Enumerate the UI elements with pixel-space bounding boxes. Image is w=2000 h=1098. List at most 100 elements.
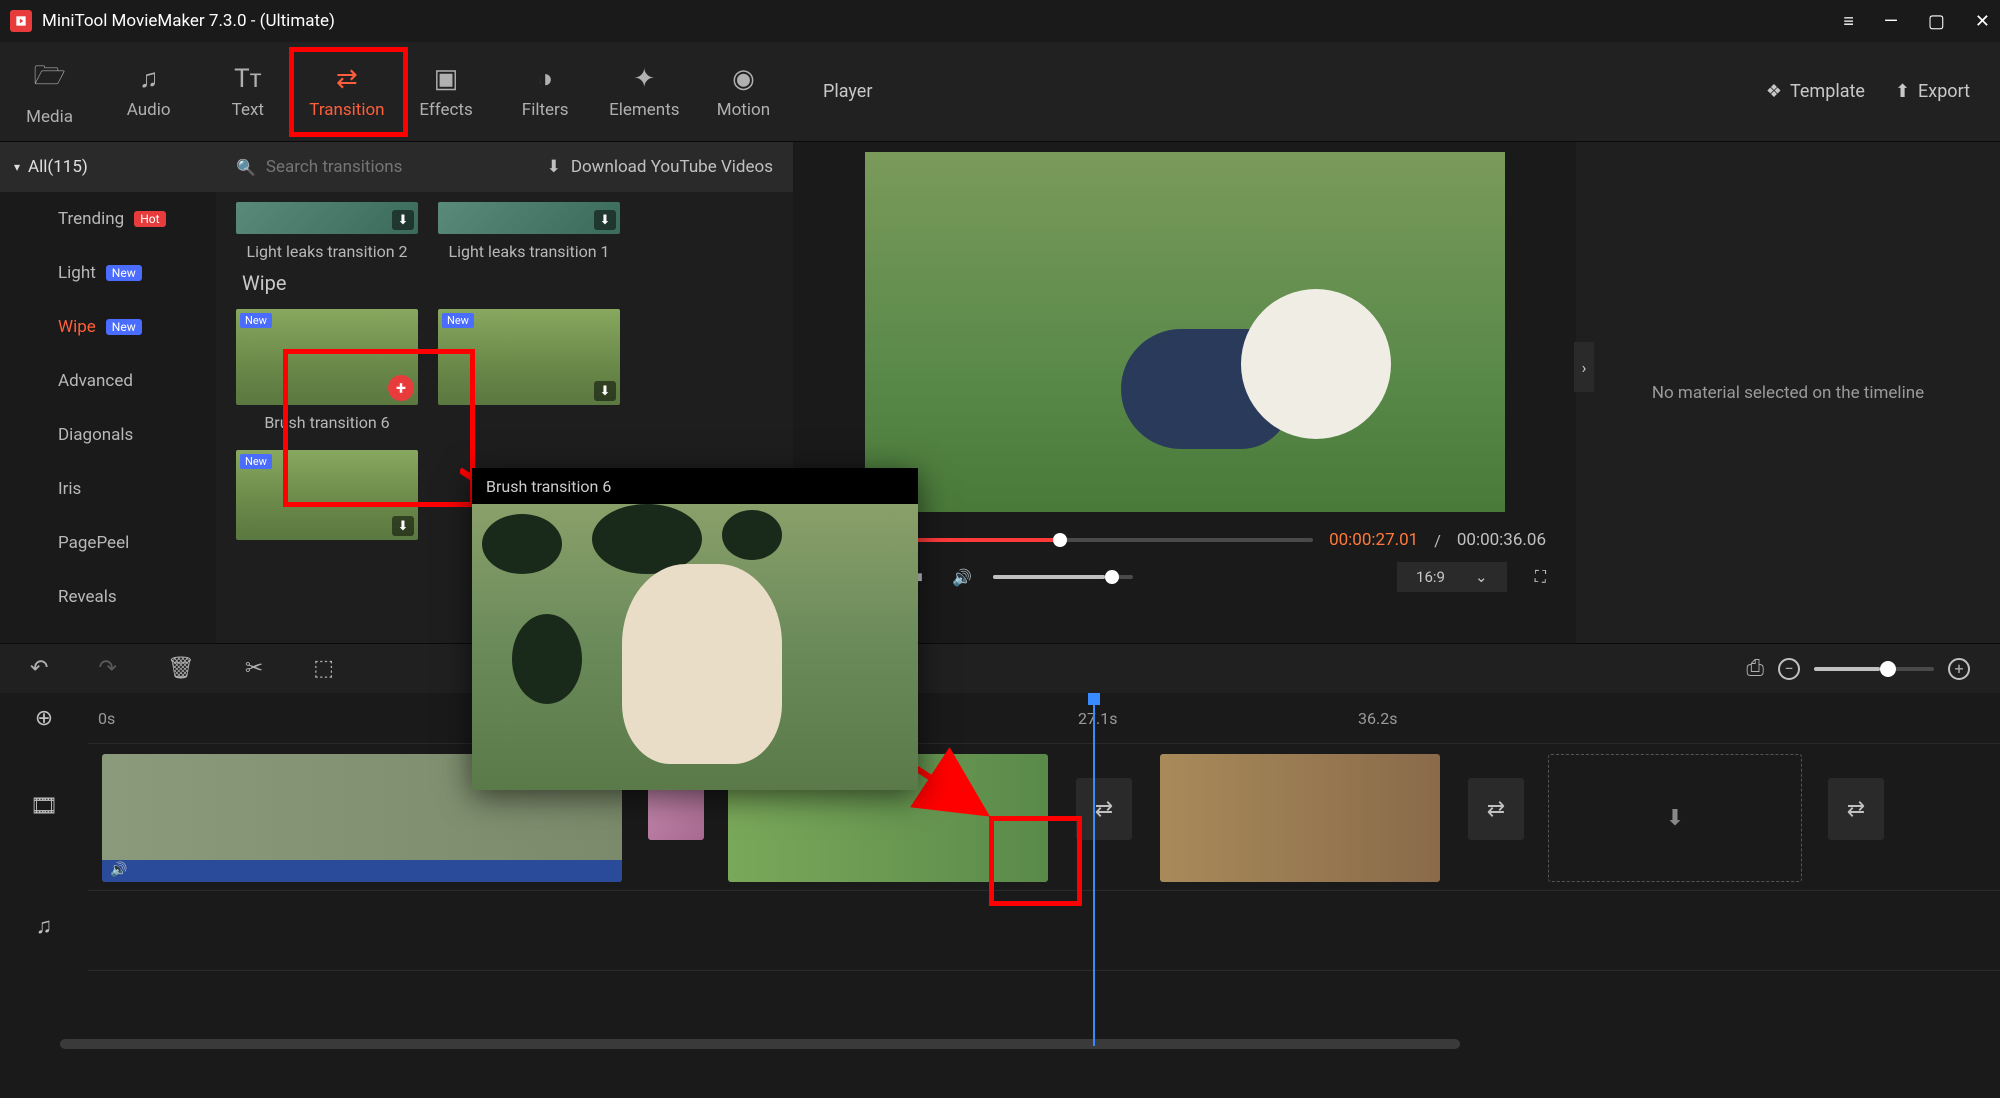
zoom-slider[interactable] xyxy=(1814,667,1934,671)
inspector-empty-text: No material selected on the timeline xyxy=(1652,383,1924,403)
category-item-diagonals[interactable]: Diagonals xyxy=(0,408,216,462)
speaker-icon: 🔊 xyxy=(110,862,127,878)
tab-effects[interactable]: ▣Effects xyxy=(397,42,496,141)
split-icon[interactable]: ✂ xyxy=(245,656,263,681)
timeline: ⊕ 🎞 ♫ 0s 27.1s 36.2s 🔊 ⇄ ⇄ ⬇ ⇄ xyxy=(0,693,2000,1053)
new-badge: New xyxy=(106,319,142,335)
zoom-out-icon[interactable]: − xyxy=(1778,658,1800,680)
transition-thumb: New ⬇ xyxy=(438,309,620,405)
zoom-controls: ⎙ − + xyxy=(1746,656,1970,681)
tab-transition[interactable]: ⇄Transition xyxy=(297,42,396,141)
search-row: 🔍 ⬇ Download YouTube Videos xyxy=(216,142,793,192)
scrub-knob[interactable] xyxy=(1053,533,1067,547)
tab-elements[interactable]: ✦Elements xyxy=(595,42,694,141)
main-toolbar: 🗁Media ♫Audio TᴛText ⇄Transition ▣Effect… xyxy=(0,42,2000,142)
transition-label: Light leaks transition 1 xyxy=(438,242,620,261)
transition-card[interactable]: New ⬇ xyxy=(236,450,418,540)
transition-label: Light leaks transition 2 xyxy=(236,242,418,261)
chevron-down-icon: ⌄ xyxy=(1475,568,1488,586)
horizontal-scrollbar[interactable] xyxy=(60,1039,1460,1049)
audio-track[interactable] xyxy=(88,891,2000,971)
category-item-advanced[interactable]: Advanced xyxy=(0,354,216,408)
timeline-toolbar: ↶ ↷ 🗑 ✂ ⬚ ⎙ − + xyxy=(0,643,2000,693)
new-badge: New xyxy=(240,454,272,469)
hamburger-icon[interactable]: ≡ xyxy=(1843,11,1854,32)
player-title: Player xyxy=(823,81,872,102)
transition-card[interactable]: ⬇ Light leaks transition 2 xyxy=(236,202,418,261)
playhead[interactable] xyxy=(1093,696,1095,1046)
template-button[interactable]: ❖Template xyxy=(1766,81,1865,102)
new-badge: New xyxy=(106,265,142,281)
transition-slot-3[interactable]: ⇄ xyxy=(1468,778,1524,840)
category-item-wipe[interactable]: WipeNew xyxy=(0,300,216,354)
elements-icon: ✦ xyxy=(633,64,655,94)
ruler-tick: 36.2s xyxy=(1358,709,1397,728)
category-list: ▾All(115) TrendingHotLightNewWipeNewAdva… xyxy=(0,142,216,643)
transition-card[interactable]: ⬇ Light leaks transition 1 xyxy=(438,202,620,261)
redo-icon[interactable]: ↷ xyxy=(98,656,116,681)
tab-filters[interactable]: ◑Filters xyxy=(496,42,595,141)
layers-icon: ❖ xyxy=(1766,81,1782,102)
category-all[interactable]: ▾All(115) xyxy=(0,142,216,192)
transition-thumb: New ⬇ xyxy=(236,450,418,540)
search-input[interactable] xyxy=(266,157,466,177)
video-preview[interactable] xyxy=(865,152,1505,512)
download-icon[interactable]: ⬇ xyxy=(594,381,616,401)
new-badge: New xyxy=(240,313,272,328)
fullscreen-icon[interactable]: ⛶ xyxy=(1535,567,1546,587)
aspect-ratio-select[interactable]: 16:9⌄ xyxy=(1397,562,1507,592)
category-item-iris[interactable]: Iris xyxy=(0,462,216,516)
collapse-inspector-button[interactable]: › xyxy=(1574,342,1594,392)
add-track-icon[interactable]: ⊕ xyxy=(0,693,88,743)
maximize-icon[interactable]: ▢ xyxy=(1928,11,1945,32)
zoom-in-icon[interactable]: + xyxy=(1948,658,1970,680)
category-item-light[interactable]: LightNew xyxy=(0,246,216,300)
category-item-trending[interactable]: TrendingHot xyxy=(0,192,216,246)
transition-label: Brush transition 6 xyxy=(236,413,418,432)
video-track-icon[interactable]: 🎞 xyxy=(0,781,88,831)
minimize-icon[interactable]: — xyxy=(1884,11,1898,32)
video-track[interactable]: 🔊 ⇄ ⇄ ⬇ ⇄ xyxy=(88,743,2000,891)
download-icon[interactable]: ⬇ xyxy=(392,210,414,230)
export-button[interactable]: ⬆Export xyxy=(1895,81,1970,102)
transition-slot-2[interactable]: ⇄ xyxy=(1076,778,1132,840)
delete-icon[interactable]: 🗑 xyxy=(167,656,195,681)
audio-track-icon[interactable]: ♫ xyxy=(0,901,88,951)
player-controls: ▶| ■ 🔊 16:9⌄ ⛶ xyxy=(823,562,1546,592)
category-item-reveals[interactable]: Reveals xyxy=(0,570,216,624)
tab-motion[interactable]: ◉Motion xyxy=(694,42,793,141)
tab-audio[interactable]: ♫Audio xyxy=(99,42,198,141)
transition-card-brush6[interactable]: New + Brush transition 6 xyxy=(236,309,418,432)
export-icon: ⬆ xyxy=(1895,81,1910,102)
crop-icon[interactable]: ⬚ xyxy=(313,656,334,681)
category-item-pagepeel[interactable]: PagePeel xyxy=(0,516,216,570)
inspector-panel: › No material selected on the timeline xyxy=(1576,142,2000,643)
transition-slot-4[interactable]: ⇄ xyxy=(1828,778,1884,840)
undo-icon[interactable]: ↶ xyxy=(30,656,48,681)
fit-icon[interactable]: ⎙ xyxy=(1746,656,1764,681)
tab-text[interactable]: TᴛText xyxy=(198,42,297,141)
download-icon[interactable]: ⬇ xyxy=(594,210,616,230)
download-videos-link[interactable]: ⬇ Download YouTube Videos xyxy=(547,157,773,177)
transition-preview-popup: Brush transition 6 xyxy=(472,468,918,790)
scrub-bar[interactable]: 00:00:27.01 / 00:00:36.06 xyxy=(823,530,1546,550)
timeline-tracks[interactable]: 0s 27.1s 36.2s 🔊 ⇄ ⇄ ⬇ ⇄ xyxy=(88,693,2000,1053)
timeline-left-controls: ⊕ 🎞 ♫ xyxy=(0,693,88,1053)
chevron-down-icon: ▾ xyxy=(14,160,20,174)
download-icon[interactable]: ⬇ xyxy=(392,516,414,536)
tab-media[interactable]: 🗁Media xyxy=(0,42,99,141)
effects-icon: ▣ xyxy=(434,64,459,94)
transition-card[interactable]: New ⬇ xyxy=(438,309,620,432)
duration: 00:00:36.06 xyxy=(1457,530,1546,550)
volume-slider[interactable] xyxy=(993,575,1133,579)
drop-zone[interactable]: ⬇ xyxy=(1548,754,1802,882)
close-icon[interactable]: ✕ xyxy=(1975,11,1990,32)
timeline-ruler[interactable]: 0s 27.1s 36.2s xyxy=(88,693,2000,743)
transition-icon: ⇄ xyxy=(336,64,358,94)
video-clip-3[interactable] xyxy=(1160,754,1440,882)
current-time: 00:00:27.01 xyxy=(1329,530,1418,550)
transition-thumb: ⬇ xyxy=(236,202,418,234)
volume-icon[interactable]: 🔊 xyxy=(949,564,975,590)
add-icon[interactable]: + xyxy=(388,375,414,401)
search-box[interactable]: 🔍 xyxy=(236,157,527,177)
